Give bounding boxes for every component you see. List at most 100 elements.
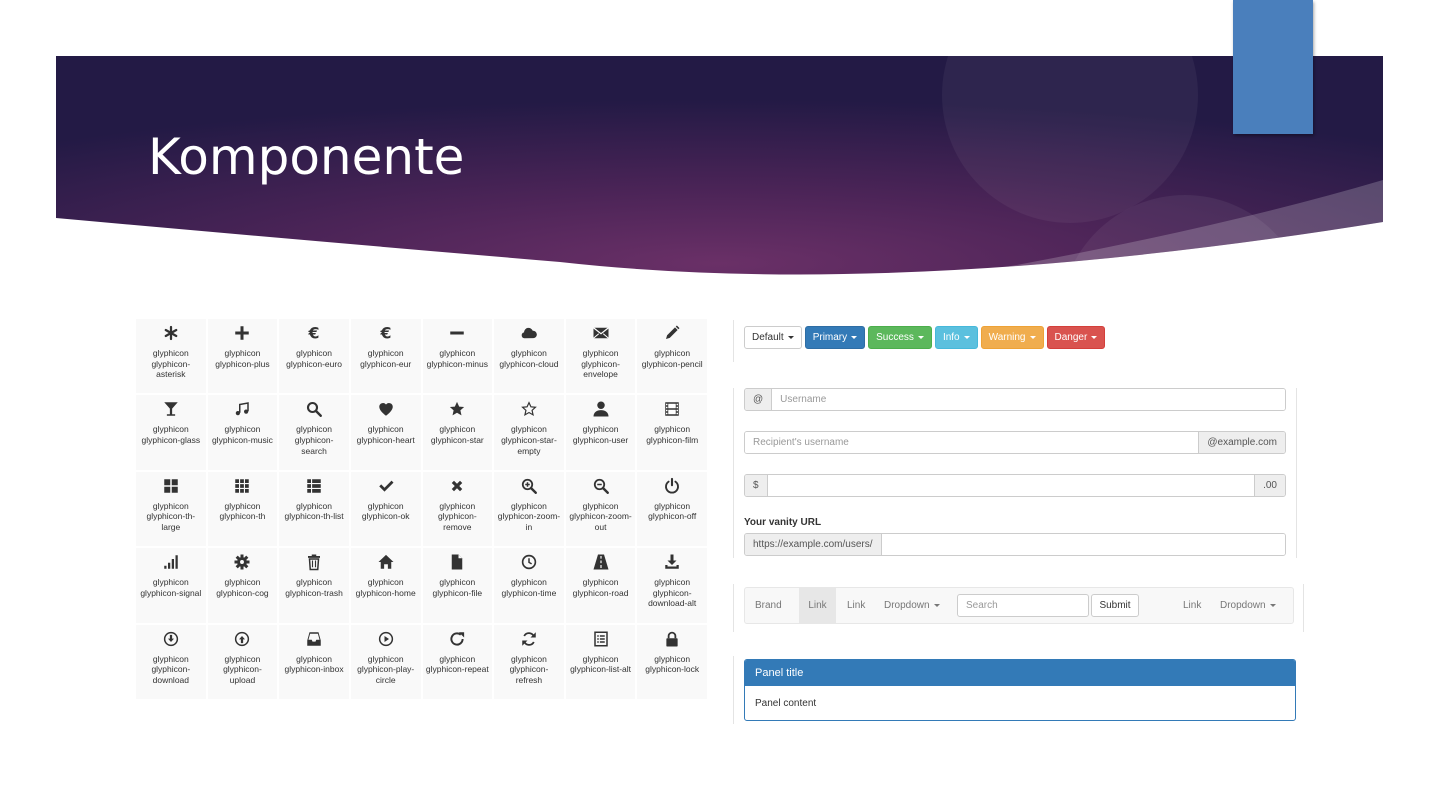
glyph-label: glyphicon glyphicon-user <box>572 424 629 445</box>
eur-icon: € <box>379 324 391 342</box>
vanity-url-label: Your vanity URL <box>744 517 822 528</box>
list-alt-icon <box>593 631 608 647</box>
success-dropdown-button[interactable]: Success <box>868 326 932 349</box>
glyph-label: glyphicon glyphicon-plus <box>215 348 270 369</box>
glyph-cell: glyphicon glyphicon-star <box>422 395 493 470</box>
glyph-cell: glyphicon glyphicon-heart <box>350 395 421 470</box>
navbar-link-right[interactable]: Link <box>1183 588 1201 623</box>
button-label: Primary <box>812 332 848 343</box>
primary-panel: Panel title Panel content <box>744 659 1296 721</box>
repeat-icon <box>450 631 465 646</box>
glyph-label: glyphicon glyphicon-play-circle <box>357 653 415 685</box>
glyph-label: glyphicon glyphicon-star <box>430 424 484 445</box>
glyph-cell: glyphicon glyphicon-time <box>494 548 564 623</box>
glyph-label: glyphicon glyphicon-remove <box>437 500 477 532</box>
glyph-cell: glyphicon glyphicon-plus <box>207 319 278 394</box>
glyph-label: glyphicon glyphicon-ok <box>361 500 410 522</box>
navbar: Brand Link Link Dropdown Submit Link Dro… <box>744 587 1294 624</box>
glyph-cell: glyphicon glyphicon-inbox <box>279 624 349 699</box>
username-input-group: @ <box>744 388 1286 411</box>
amount-input[interactable] <box>767 475 1255 496</box>
glyph-cell: glyphicon glyphicon-ok <box>350 471 421 547</box>
glyph-label: glyphicon glyphicon-off <box>648 500 697 522</box>
zoom-out-icon <box>593 478 609 494</box>
glyph-cell: glyphicon glyphicon-user <box>565 395 636 470</box>
glyph-cell: glyphicon glyphicon-download <box>136 624 206 699</box>
glyph-label: glyphicon glyphicon-zoom-in <box>497 500 561 532</box>
glyph-cell: glyphicon glyphicon-road <box>565 548 636 623</box>
glyph-cell: glyphicon glyphicon-refresh <box>494 624 564 699</box>
ok-icon <box>378 480 394 492</box>
vanity-url-input-group: https://example.com/users/ <box>744 533 1286 556</box>
glyph-cell: glyphicon glyphicon-th <box>207 471 278 547</box>
default-dropdown-button[interactable]: Default <box>744 326 802 349</box>
panel-content: Panel content <box>755 698 817 709</box>
search-icon <box>307 402 323 418</box>
heart-icon <box>378 403 393 417</box>
cents-addon: .00 <box>1254 475 1285 496</box>
glyph-cell: glyphicon glyphicon-search <box>279 395 349 470</box>
glyph-cell: glyphicon glyphicon-glass <box>136 395 206 470</box>
glyph-cell: glyphicon glyphicon-lock <box>637 624 707 699</box>
pencil-icon <box>666 325 680 339</box>
caret-down-icon <box>1029 336 1036 339</box>
svg-text:€: € <box>379 324 391 342</box>
dropdown-label: Dropdown <box>884 600 930 611</box>
primary-dropdown-button[interactable]: Primary <box>804 326 866 349</box>
navbar-link-active[interactable]: Link <box>799 588 836 623</box>
vanity-url-input[interactable] <box>881 534 1285 555</box>
glyph-cell: glyphicon glyphicon-repeat <box>422 624 493 699</box>
divider-line <box>733 320 734 362</box>
glyph-label: glyphicon glyphicon-euro <box>286 348 342 369</box>
glyph-cell: glyphicon glyphicon-star-empty <box>494 395 564 470</box>
dropdown-button-row: Default Primary Success Info Warning Dan… <box>744 326 1106 349</box>
caret-down-icon <box>917 336 924 339</box>
warning-dropdown-button[interactable]: Warning <box>980 326 1044 349</box>
glyph-label: glyphicon glyphicon-music <box>211 424 273 445</box>
star-empty-icon <box>521 401 537 417</box>
domain-addon: @example.com <box>1198 432 1285 453</box>
dropdown-label: Dropdown <box>1220 600 1266 611</box>
glyph-label: glyphicon glyphicon-download-alt <box>648 577 697 609</box>
glyph-label: glyphicon glyphicon-glass <box>141 424 201 445</box>
danger-dropdown-button[interactable]: Danger <box>1046 326 1106 349</box>
th-large-icon <box>164 479 178 493</box>
username-input[interactable] <box>772 389 1285 410</box>
glyph-cell: € glyphicon glyphicon-eur <box>350 319 421 394</box>
divider-line <box>1303 584 1304 632</box>
caret-down-icon <box>851 336 858 339</box>
off-icon <box>665 477 680 494</box>
navbar-brand[interactable]: Brand <box>755 588 782 623</box>
button-label: Danger <box>1054 332 1088 343</box>
glyph-label: glyphicon glyphicon-inbox <box>284 653 344 675</box>
glyph-cell: glyphicon glyphicon-cloud <box>494 319 564 394</box>
recipient-input[interactable] <box>745 432 1199 453</box>
glyph-cell: glyphicon glyphicon-music <box>207 395 278 470</box>
glyph-cell: glyphicon glyphicon-envelope <box>565 319 636 394</box>
glyph-label: glyphicon glyphicon-trash <box>285 577 343 598</box>
divider-line <box>733 656 734 724</box>
glyph-label: glyphicon glyphicon-upload <box>223 653 262 685</box>
navbar-dropdown[interactable]: Dropdown <box>884 588 940 623</box>
glyph-label: glyphicon glyphicon-star-empty <box>501 424 557 456</box>
caret-down-icon <box>933 604 940 607</box>
download-icon <box>163 631 178 646</box>
glyph-cell: glyphicon glyphicon-upload <box>207 624 278 699</box>
glyph-label: glyphicon glyphicon-search <box>294 424 334 456</box>
cog-icon <box>234 554 250 570</box>
glyph-cell: glyphicon glyphicon-remove <box>422 471 493 547</box>
navbar-submit-button[interactable]: Submit <box>1091 594 1139 617</box>
recipient-input-group: @example.com <box>744 431 1286 454</box>
button-label: Warning <box>988 332 1026 343</box>
signal-icon <box>164 555 178 569</box>
navbar-dropdown-right[interactable]: Dropdown <box>1220 588 1276 623</box>
navbar-link[interactable]: Link <box>847 588 865 623</box>
plus-icon <box>235 326 250 340</box>
glyph-cell: € glyphicon glyphicon-euro <box>279 319 349 394</box>
glyph-cell: glyphicon glyphicon-signal <box>136 548 206 623</box>
upload-icon <box>235 631 250 646</box>
info-dropdown-button[interactable]: Info <box>934 326 978 349</box>
navbar-search-input[interactable] <box>957 594 1089 617</box>
trash-icon <box>308 554 321 571</box>
glyph-label: glyphicon glyphicon-time <box>501 577 557 598</box>
